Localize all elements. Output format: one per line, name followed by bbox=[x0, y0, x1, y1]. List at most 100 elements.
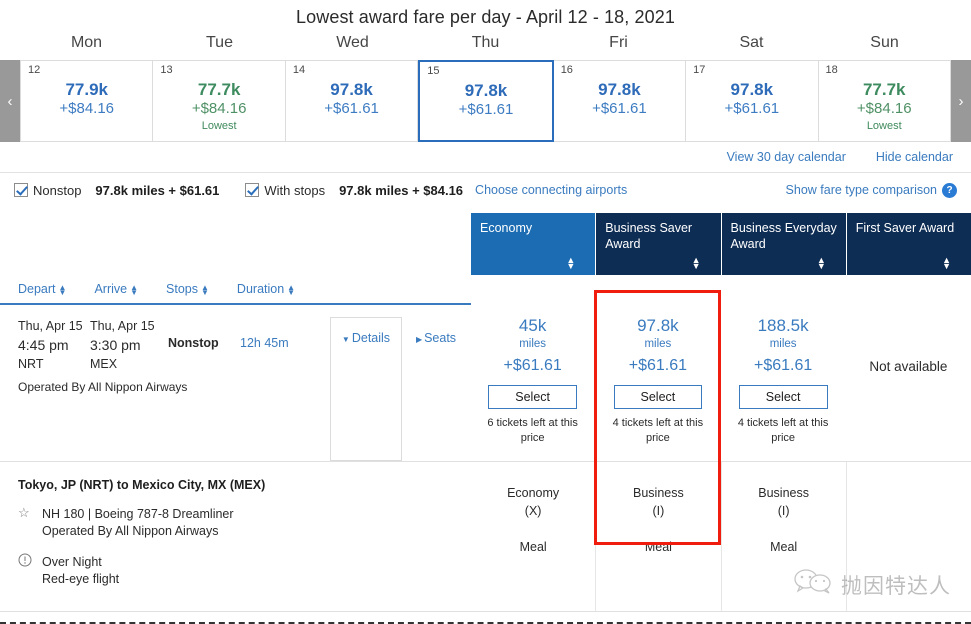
details-tab[interactable]: ▼ Details bbox=[330, 317, 402, 461]
day-of-week-label: Fri bbox=[609, 34, 628, 51]
calendar-day-number: 17 bbox=[693, 64, 706, 76]
fare-comparison-group: Show fare type comparison ? bbox=[786, 182, 957, 198]
fare-price-cell: 45k miles +$61.61 Select 6 tickets left at t… bbox=[470, 305, 595, 461]
day-of-week-label: Thu bbox=[471, 34, 500, 51]
select-button[interactable]: Select bbox=[613, 384, 703, 409]
calendar-day-cell[interactable]: 18 77.7k +$84.16 Lowest bbox=[818, 60, 951, 142]
calendar-day-cell[interactable]: 17 97.8k +$61.61 bbox=[686, 60, 819, 142]
fare-miles: 45k bbox=[518, 316, 547, 335]
calendar-day-cash: +$61.61 bbox=[724, 100, 780, 118]
caret-down-icon: ▼ bbox=[341, 335, 350, 344]
sort-control[interactable]: Depart ▲ ▼ bbox=[18, 282, 66, 296]
calendar-next-arrow-icon[interactable]: › bbox=[951, 60, 971, 142]
calendar-links: View 30 day calendar Hide calendar bbox=[0, 142, 971, 164]
operated-by-text: Operated By All Nippon Airways bbox=[18, 379, 188, 394]
tickets-left-text: 4 tickets left at this price bbox=[612, 416, 704, 444]
help-icon[interactable]: ? bbox=[942, 182, 957, 198]
cabin-service: Meal bbox=[519, 540, 547, 555]
calendar-day-cell[interactable]: 14 97.8k +$61.61 bbox=[285, 60, 419, 142]
calendar-day-number: 13 bbox=[160, 64, 173, 76]
depart-date: Thu, Apr 15 bbox=[18, 319, 83, 333]
sort-arrows-icon[interactable]: ▲ ▼ bbox=[942, 256, 951, 271]
fare-miles-unit: miles bbox=[644, 337, 672, 350]
fare-unavailable-text: Not available bbox=[869, 359, 948, 374]
flight-summary: Thu, Apr 15 4:45 pm NRT Thu, Apr 15 3:30… bbox=[0, 305, 330, 461]
calendar-day-cell[interactable]: 16 97.8k +$61.61 bbox=[553, 60, 687, 142]
sort-arrows-icon[interactable]: ▲ ▼ bbox=[566, 256, 575, 271]
flight-details-left: Tokyo, JP (NRT) to Mexico City, MX (MEX)… bbox=[0, 462, 471, 611]
sort-control[interactable]: Duration ▲ ▼ bbox=[237, 282, 295, 296]
cabin-service: Meal bbox=[644, 540, 672, 555]
calendar-day-miles: 77.7k bbox=[862, 80, 906, 99]
choose-connecting-airports-link[interactable]: Choose connecting airports bbox=[475, 183, 627, 197]
check-icon bbox=[245, 183, 260, 197]
cabin-code: (I) bbox=[652, 504, 665, 519]
sort-control-label: Depart bbox=[18, 282, 56, 296]
sort-control[interactable]: Stops ▲ ▼ bbox=[166, 282, 209, 296]
details-tab-label: Details bbox=[351, 331, 391, 345]
seats-tab-label: Seats bbox=[424, 331, 457, 345]
caret-right-icon: ▶ bbox=[415, 335, 423, 344]
wechat-logo-icon bbox=[793, 569, 833, 600]
sort-controls-row: Depart ▲ ▼ Arrive ▲ ▼ Stops ▲ ▼ Duration ▲ ▼ bbox=[0, 275, 471, 305]
sort-control-label: Arrive bbox=[94, 282, 128, 296]
overnight-title: Over Night bbox=[42, 555, 102, 569]
sort-control[interactable]: Arrive ▲ ▼ bbox=[94, 282, 138, 296]
sort-arrows-icon[interactable]: ▲ ▼ bbox=[817, 256, 826, 271]
calendar-title: Lowest award fare per day - April 12 - 1… bbox=[296, 7, 675, 27]
warning-circle-icon bbox=[18, 552, 42, 570]
calendar-lowest-tag: Lowest bbox=[866, 120, 902, 132]
watermark-text: 抛因特达人 bbox=[841, 574, 951, 598]
calendar-day-cell[interactable]: 12 77.9k +$84.16 bbox=[20, 60, 154, 142]
calendar-prev-arrow-icon[interactable]: ‹ bbox=[0, 60, 20, 142]
row-action-tabs: ▼ Details ▶ Seats bbox=[330, 305, 470, 461]
select-button[interactable]: Select bbox=[488, 384, 577, 409]
day-of-week-label: Sat bbox=[739, 34, 764, 51]
cabin-name: Business bbox=[633, 486, 684, 500]
calendar-day-miles: 97.8k bbox=[730, 80, 774, 99]
view-30-day-calendar-link[interactable]: View 30 day calendar bbox=[727, 150, 846, 164]
fare-miles-unit: miles bbox=[519, 337, 547, 350]
calendar-day-number: 18 bbox=[825, 64, 838, 76]
fare-class-header[interactable]: Business Saver Award ▲ ▼ bbox=[596, 213, 722, 275]
calendar-day-cell[interactable]: 13 77.7k +$84.16 Lowest bbox=[153, 60, 286, 142]
depart-time: 4:45 pm bbox=[18, 337, 69, 354]
fare-miles: 188.5k bbox=[757, 316, 809, 335]
sort-arrows-icon: ▲ ▼ bbox=[287, 282, 296, 297]
filter-bar: Nonstop 97.8k miles + $61.61 With stops … bbox=[0, 173, 971, 201]
show-fare-type-comparison-link[interactable]: Show fare type comparison bbox=[786, 183, 937, 197]
fare-class-label: Business Saver Award bbox=[605, 221, 693, 251]
calendar-day-miles: 97.8k bbox=[330, 80, 373, 99]
tickets-left-text: 6 tickets left at this price bbox=[487, 416, 578, 444]
calendar-day-cash: +$84.16 bbox=[191, 100, 247, 118]
seats-tab[interactable]: ▶ Seats bbox=[402, 317, 462, 347]
calendar-cells: 12 77.9k +$84.16 13 77.7k +$84.16 Lowest 14 97.8… bbox=[20, 60, 951, 142]
star-icon: ☆ bbox=[18, 505, 30, 520]
fare-class-header[interactable]: First Saver Award ▲ ▼ bbox=[846, 213, 971, 275]
flight-aircraft-info: NH 180 | Boeing 787-8 Dreamliner bbox=[42, 507, 234, 521]
fare-class-header-row: Economy ▲ ▼ Business Saver Award ▲ ▼ Business … bbox=[0, 213, 971, 275]
select-button[interactable]: Select bbox=[738, 384, 828, 409]
fare-miles-unit: miles bbox=[769, 337, 797, 350]
fare-cash: +$61.61 bbox=[628, 356, 688, 374]
fare-class-header[interactable]: Business Everyday Award ▲ ▼ bbox=[721, 213, 847, 275]
calendar-day-cell[interactable]: 15 97.8k +$61.61 bbox=[418, 60, 554, 142]
calendar-day-number: 12 bbox=[28, 64, 41, 76]
fare-class-header[interactable]: Economy ▲ ▼ bbox=[471, 213, 597, 275]
sort-arrows-icon[interactable]: ▲ ▼ bbox=[692, 256, 701, 271]
nonstop-checkbox[interactable]: Nonstop bbox=[14, 183, 81, 198]
sort-control-label: Stops bbox=[166, 282, 198, 296]
calendar-day-cash: +$61.61 bbox=[324, 100, 379, 118]
with-stops-checkbox[interactable]: With stops bbox=[245, 183, 325, 198]
fare-price-cell: 188.5k miles +$61.61 Select 4 tickets left a… bbox=[721, 305, 846, 461]
arrive-date: Thu, Apr 15 bbox=[90, 319, 155, 333]
nonstop-label: Nonstop bbox=[33, 182, 82, 198]
fare-cash: +$61.61 bbox=[503, 356, 562, 374]
day-of-week-label: Mon bbox=[70, 34, 103, 51]
calendar-day-miles: 77.7k bbox=[197, 80, 241, 99]
calendar-day-number: 16 bbox=[560, 64, 573, 76]
hide-calendar-link[interactable]: Hide calendar bbox=[876, 150, 953, 164]
fare-price-cells: 45k miles +$61.61 Select 6 tickets left at t… bbox=[470, 305, 971, 461]
aircraft-line: ☆ NH 180 | Boeing 787-8 Dreamliner bbox=[18, 504, 471, 524]
